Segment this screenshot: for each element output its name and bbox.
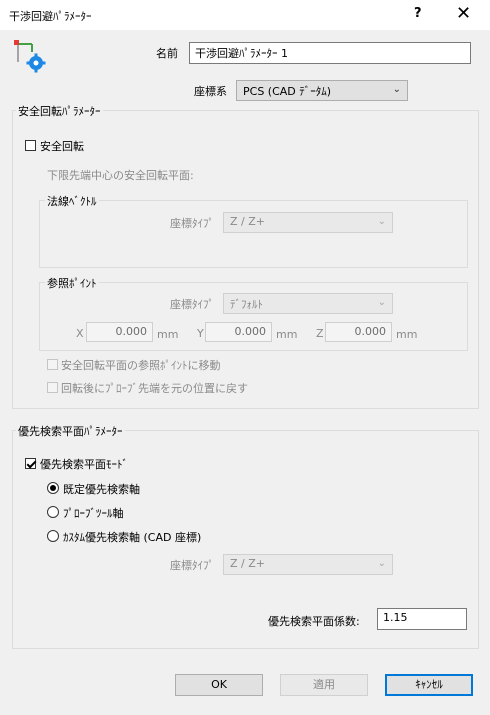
priority-plane-group-title: 優先検索平面ﾊﾟﾗﾒｰﾀｰ: [16, 423, 125, 439]
safe-rotation-checkbox[interactable]: [25, 140, 36, 151]
close-button[interactable]: ✕: [456, 3, 471, 24]
priority-factor-field[interactable]: 1.15: [377, 608, 467, 630]
probe-tool-axis-radio[interactable]: [47, 506, 59, 518]
normal-coord-type-label: 座標ﾀｲﾌﾟ: [170, 217, 214, 230]
x-field[interactable]: 0.000: [86, 322, 153, 342]
default-axis-label: 既定優先検索軸: [63, 483, 140, 496]
y-label: Y: [197, 327, 204, 340]
name-field[interactable]: 干渉回避ﾊﾟﾗﾒｰﾀｰ 1: [189, 42, 471, 64]
ref-coord-type-value: ﾃﾞﾌｫﾙﾄ: [230, 298, 263, 311]
safe-rotation-group-title: 安全回転ﾊﾟﾗﾒｰﾀｰ: [16, 103, 103, 119]
window-title: 干渉回避ﾊﾟﾗﾒｰﾀｰ: [9, 10, 92, 23]
normal-vector-group: [39, 200, 468, 268]
name-label: 名前: [156, 47, 178, 60]
default-axis-radio[interactable]: [47, 482, 59, 494]
coord-system-value: PCS (CAD ﾃﾞｰﾀﾑ): [243, 85, 332, 98]
apply-button[interactable]: 適用: [280, 674, 368, 696]
ref-coord-type-select[interactable]: ﾃﾞﾌｫﾙﾄ ⌄: [223, 293, 393, 314]
axis-gear-icon: [12, 38, 48, 74]
coord-system-select[interactable]: PCS (CAD ﾃﾞｰﾀﾑ) ⌄: [236, 80, 408, 101]
reference-point-title: 参照ﾎﾟｲﾝﾄ: [45, 275, 99, 291]
priority-coord-type-select[interactable]: Z / Z+ ⌄: [223, 554, 393, 575]
priority-coord-type-value: Z / Z+: [230, 557, 265, 570]
move-to-ref-point-checkbox[interactable]: [47, 359, 58, 370]
chevron-down-icon: ⌄: [377, 216, 386, 227]
z-field[interactable]: 0.000: [325, 322, 392, 342]
return-probe-label: 回転後にﾌﾟﾛｰﾌﾞ先端を元の位置に戻す: [61, 382, 248, 395]
return-probe-checkbox[interactable]: [47, 382, 58, 393]
chevron-down-icon: ⌄: [392, 84, 401, 95]
y-unit: mm: [276, 328, 298, 341]
priority-mode-checkbox[interactable]: [25, 458, 36, 469]
move-to-ref-point-label: 安全回転平面の参照ﾎﾟｲﾝﾄに移動: [61, 359, 221, 372]
help-button[interactable]: ?: [414, 6, 422, 21]
normal-vector-title: 法線ﾍﾞｸﾄﾙ: [45, 193, 99, 209]
chevron-down-icon: ⌄: [377, 558, 386, 569]
normal-coord-type-select[interactable]: Z / Z+ ⌄: [223, 212, 393, 233]
ok-button[interactable]: OK: [175, 674, 263, 696]
normal-coord-type-value: Z / Z+: [230, 215, 265, 228]
priority-mode-label: 優先検索平面ﾓｰﾄﾞ: [40, 458, 128, 471]
custom-axis-radio[interactable]: [47, 530, 59, 542]
priority-coord-type-label: 座標ﾀｲﾌﾟ: [170, 559, 214, 572]
x-unit: mm: [157, 328, 179, 341]
custom-axis-label: ｶｽﾀﾑ優先検索軸 (CAD 座標): [63, 531, 202, 544]
priority-factor-label: 優先検索平面係数:: [268, 615, 360, 628]
safe-rotation-label: 安全回転: [40, 140, 84, 153]
ref-coord-type-label: 座標ﾀｲﾌﾟ: [170, 298, 214, 311]
chevron-down-icon: ⌄: [377, 297, 386, 308]
cancel-button[interactable]: ｷｬﾝｾﾙ: [385, 674, 473, 696]
z-unit: mm: [396, 328, 418, 341]
y-field[interactable]: 0.000: [205, 322, 272, 342]
probe-tool-axis-label: ﾌﾟﾛｰﾌﾞﾂｰﾙ軸: [63, 507, 124, 520]
coord-system-label: 座標系: [194, 85, 227, 98]
z-label: Z: [316, 327, 324, 340]
x-label: X: [76, 327, 84, 340]
safe-plane-subtitle: 下限先端中心の安全回転平面:: [47, 169, 194, 182]
